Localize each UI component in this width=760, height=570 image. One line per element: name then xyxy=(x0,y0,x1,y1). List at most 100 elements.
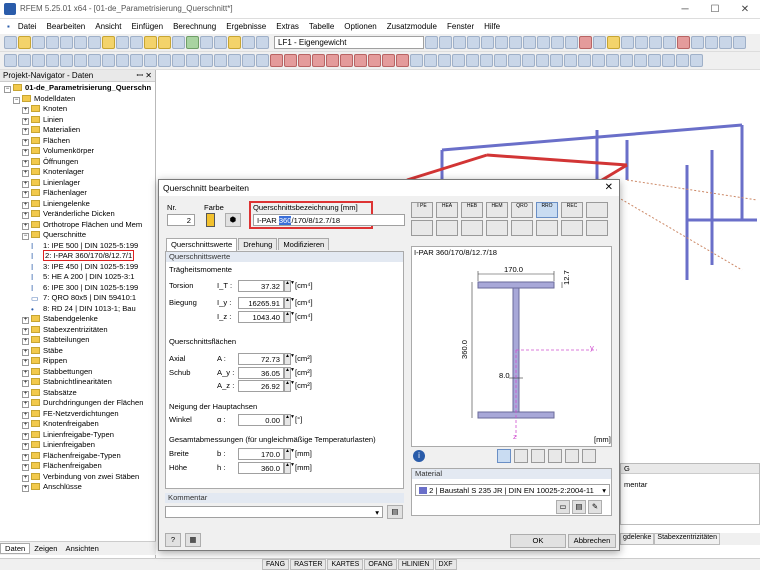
tool-icon[interactable] xyxy=(4,54,17,67)
spin-icon[interactable]: ▲▼ xyxy=(284,353,295,365)
tool-icon[interactable] xyxy=(368,54,381,67)
tree-item[interactable]: + Rippen xyxy=(0,356,156,367)
tool-icon[interactable] xyxy=(312,54,325,67)
print-icon[interactable] xyxy=(46,36,59,49)
tree-item[interactable]: + Materialien xyxy=(0,125,156,136)
pin-icon[interactable]: ꟷ ✕ xyxy=(137,70,155,82)
expand-icon[interactable]: + xyxy=(22,411,29,419)
maximize-icon[interactable]: ☐ xyxy=(700,0,730,19)
next-icon[interactable] xyxy=(439,36,452,49)
tool-icon[interactable] xyxy=(396,54,409,67)
spin-icon[interactable]: ▲▼ xyxy=(284,414,295,426)
tree-item[interactable]: + Anschlüsse xyxy=(0,482,156,493)
tool-icon[interactable] xyxy=(452,54,465,67)
tool-icon[interactable] xyxy=(424,54,437,67)
material-library-icon[interactable]: ▤ xyxy=(572,500,586,514)
menu-optionen[interactable]: Optionen xyxy=(339,22,381,31)
tool-icon[interactable] xyxy=(60,54,73,67)
menu-datei[interactable]: Datei xyxy=(13,22,42,31)
expand-icon[interactable]: + xyxy=(22,464,29,471)
show-dimensions-icon[interactable] xyxy=(497,448,511,463)
status-hlinien[interactable]: HLINIEN xyxy=(397,559,434,570)
tree-item[interactable]: I 2: I-PAR 360/170/8/12.7/1 xyxy=(0,250,156,262)
prev-icon[interactable] xyxy=(425,36,438,49)
tree-item[interactable]: + Volumenkörper xyxy=(0,146,156,157)
expand-icon[interactable]: + xyxy=(22,159,29,167)
show-axes-icon[interactable] xyxy=(514,448,528,463)
expand-icon[interactable]: + xyxy=(22,348,29,356)
profile-type-button[interactable] xyxy=(561,220,583,236)
tool-icon[interactable] xyxy=(130,36,143,49)
tool-icon[interactable] xyxy=(733,36,746,49)
material-edit-icon[interactable]: ✎ xyxy=(588,500,602,514)
tree-item[interactable]: − Querschnitte xyxy=(0,230,156,241)
tool-icon[interactable] xyxy=(340,54,353,67)
tree-item[interactable]: I 5: HE A 200 | DIN 1025-3:1 xyxy=(0,272,156,283)
tool-icon[interactable] xyxy=(719,36,732,49)
tool-icon[interactable] xyxy=(621,36,634,49)
expand-icon[interactable]: − xyxy=(4,86,11,93)
spin-icon[interactable]: ▲▼ xyxy=(284,462,295,474)
print-preview-icon[interactable] xyxy=(60,36,73,49)
expand-icon[interactable]: + xyxy=(22,201,29,209)
chevron-down-icon[interactable]: ▾ xyxy=(375,507,379,517)
tool-icon[interactable] xyxy=(46,54,59,67)
expand-icon[interactable]: + xyxy=(22,191,29,198)
spin-icon[interactable]: ▲▼ xyxy=(284,380,295,392)
row-value-field[interactable]: 0.00 xyxy=(238,414,284,426)
tool-icon[interactable] xyxy=(634,54,647,67)
expand-icon[interactable]: + xyxy=(22,117,29,125)
profile-type-button[interactable] xyxy=(536,220,558,236)
tool-icon[interactable] xyxy=(18,54,31,67)
tab-daten[interactable]: Daten xyxy=(0,543,31,554)
tree-item[interactable]: ▭ 7: QRO 80x5 | DIN 59410:1 xyxy=(0,293,156,304)
expand-icon[interactable]: + xyxy=(22,390,29,398)
tool-icon[interactable] xyxy=(551,36,564,49)
tree-item[interactable]: + Stabendgelenke xyxy=(0,314,156,325)
tool-icon[interactable] xyxy=(74,54,87,67)
tool-icon[interactable] xyxy=(662,54,675,67)
menu-hilfe[interactable]: Hilfe xyxy=(479,22,505,31)
tool-icon[interactable] xyxy=(144,54,157,67)
profile-type-button[interactable] xyxy=(436,220,458,236)
expand-icon[interactable]: + xyxy=(22,222,29,230)
color-picker-button[interactable]: ⬢ xyxy=(225,213,241,227)
profile-type-button[interactable]: REC xyxy=(561,202,583,218)
tree-item[interactable]: • 8: RD 24 | DIN 1013-1; Bau xyxy=(0,304,156,315)
tool-icon[interactable] xyxy=(200,36,213,49)
tool-icon[interactable] xyxy=(256,54,269,67)
tool-icon[interactable] xyxy=(144,36,157,49)
chevron-down-icon[interactable]: ▾ xyxy=(602,485,606,495)
help-icon[interactable]: ? xyxy=(165,533,181,547)
tool-icon[interactable] xyxy=(635,36,648,49)
color-swatch[interactable] xyxy=(206,213,215,227)
tool-icon[interactable] xyxy=(228,54,241,67)
spin-icon[interactable]: ▲▼ xyxy=(284,297,295,309)
tree-item[interactable]: + Stabbettungen xyxy=(0,367,156,378)
row-value-field[interactable]: 36.05 xyxy=(238,367,284,379)
tool-icon[interactable] xyxy=(691,36,704,49)
tool-icon[interactable] xyxy=(578,54,591,67)
profile-type-button[interactable] xyxy=(411,220,433,236)
minimize-icon[interactable]: ─ xyxy=(670,0,700,19)
profile-type-button[interactable] xyxy=(511,220,533,236)
profile-type-button[interactable]: HEA xyxy=(436,202,458,218)
tool-icon[interactable] xyxy=(410,54,423,67)
tool-icon[interactable] xyxy=(494,54,507,67)
material-new-icon[interactable]: ▭ xyxy=(556,500,570,514)
menu-extras[interactable]: Extras xyxy=(271,22,304,31)
tree-item[interactable]: + Liniengelenke xyxy=(0,199,156,210)
tree-item[interactable]: + Veränderliche Dicken xyxy=(0,209,156,220)
profile-type-button[interactable]: HEM xyxy=(486,202,508,218)
row-value-field[interactable]: 16265.91 xyxy=(238,297,284,309)
tool-icon[interactable] xyxy=(186,54,199,67)
tool-icon[interactable] xyxy=(690,54,703,67)
tool-icon[interactable] xyxy=(214,54,227,67)
tree-item[interactable]: + Durchdringungen der Flächen xyxy=(0,398,156,409)
spin-icon[interactable]: ▲▼ xyxy=(284,311,295,323)
expand-icon[interactable]: + xyxy=(22,474,29,482)
tool-icon[interactable] xyxy=(186,36,199,49)
tree-item[interactable]: + Linien xyxy=(0,115,156,126)
tool-icon[interactable] xyxy=(270,54,283,67)
tab-modifizieren[interactable]: Modifizieren xyxy=(278,238,330,250)
